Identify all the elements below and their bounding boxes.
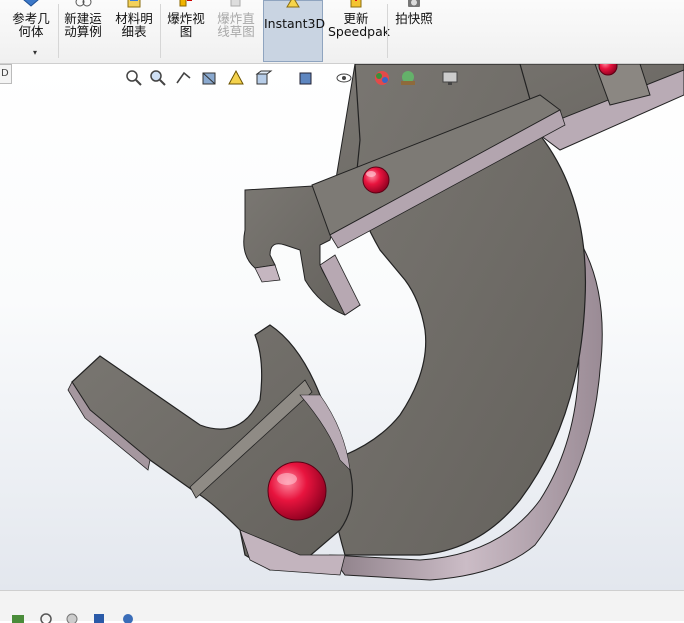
pin-small[interactable] bbox=[360, 164, 392, 196]
toolbar-divider bbox=[387, 4, 388, 58]
insert-component-icon[interactable] bbox=[92, 611, 108, 623]
display-style-icon[interactable] bbox=[296, 68, 316, 88]
snapshot-button[interactable]: 拍快照 bbox=[390, 0, 438, 62]
pin-top-right[interactable] bbox=[596, 64, 620, 78]
exploded-view-icon bbox=[177, 0, 195, 8]
feature-manager-tab[interactable]: D bbox=[0, 64, 12, 84]
toolbar-divider bbox=[160, 4, 161, 58]
reference-geometry-button[interactable]: 参考几 何体 ▾ bbox=[6, 0, 56, 62]
chevron-down-icon[interactable]: ▾ bbox=[33, 46, 37, 59]
update-speedpak-button[interactable]: 更新 Speedpak bbox=[328, 0, 390, 62]
section-view-icon[interactable] bbox=[200, 68, 220, 88]
toolbar-divider bbox=[58, 4, 59, 58]
explode-line-sketch-button: 爆炸直 线草图 bbox=[212, 0, 260, 62]
graphics-viewport[interactable] bbox=[0, 64, 684, 590]
new-motion-study-button[interactable]: 新建运 动算例 bbox=[60, 0, 106, 62]
instant3d-icon bbox=[284, 0, 302, 9]
view-settings-icon[interactable] bbox=[440, 68, 460, 88]
snapshot-icon bbox=[405, 0, 423, 8]
motion-study-icon bbox=[74, 0, 92, 8]
bill-of-materials-icon bbox=[125, 0, 143, 8]
move-component-icon[interactable] bbox=[10, 611, 26, 623]
hide-show-items-icon[interactable] bbox=[334, 68, 354, 88]
view-orientation-icon[interactable] bbox=[254, 68, 274, 88]
apply-scene-icon[interactable] bbox=[398, 68, 418, 88]
dynamic-annotation-icon[interactable] bbox=[226, 68, 246, 88]
zoom-to-fit-icon[interactable] bbox=[124, 68, 144, 88]
appearance-icon[interactable] bbox=[120, 611, 136, 623]
reference-geometry-icon bbox=[22, 0, 40, 8]
instant3d-button[interactable]: Instant3D bbox=[263, 0, 325, 62]
zoom-to-area-icon[interactable] bbox=[148, 68, 168, 88]
bill-of-materials-button[interactable]: 材料明 细表 bbox=[110, 0, 158, 62]
previous-view-icon[interactable] bbox=[174, 68, 194, 88]
rotate-icon[interactable] bbox=[38, 611, 54, 623]
command-manager-toolbar: 参考几 何体 ▾ 新建运 动算例 材料明 细表 爆炸视 图 爆炸直 线草图 In… bbox=[0, 0, 684, 64]
explode-line-sketch-icon bbox=[227, 0, 245, 8]
update-speedpak-icon bbox=[347, 0, 365, 8]
hook-assembly-model[interactable] bbox=[0, 64, 684, 590]
pin-large[interactable] bbox=[265, 459, 329, 523]
edit-appearance-icon[interactable] bbox=[372, 68, 392, 88]
bottom-toolbar bbox=[0, 590, 684, 623]
mate-icon[interactable] bbox=[64, 611, 80, 623]
exploded-view-button[interactable]: 爆炸视 图 bbox=[163, 0, 209, 62]
